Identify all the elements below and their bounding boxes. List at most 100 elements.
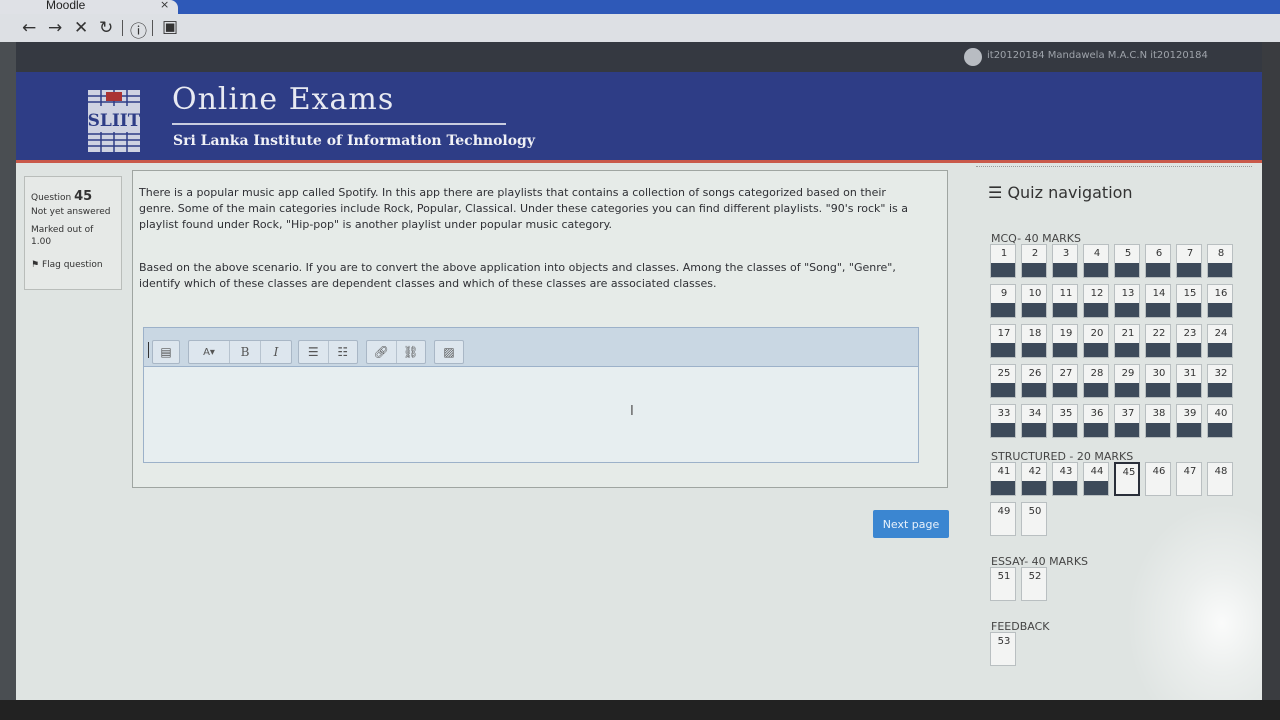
answered-indicator xyxy=(1053,383,1077,397)
question-state: Not yet answered xyxy=(31,207,111,217)
quiz-nav-button[interactable]: 46 xyxy=(1145,462,1171,496)
tab-close-icon[interactable]: × xyxy=(160,0,169,11)
quiz-nav-button[interactable]: 16 xyxy=(1207,284,1233,318)
quiz-nav-button[interactable]: 36 xyxy=(1083,404,1109,438)
font-size-dropdown[interactable]: A ▾ xyxy=(189,341,230,363)
quiz-nav-button[interactable]: 32 xyxy=(1207,364,1233,398)
quiz-nav-button[interactable]: 31 xyxy=(1176,364,1202,398)
answered-indicator xyxy=(1053,343,1077,357)
image-icon[interactable]: ▨ xyxy=(435,341,463,363)
mouse-cursor-icon: I xyxy=(630,404,634,419)
quiz-nav-button[interactable]: 33 xyxy=(990,404,1016,438)
quiz-nav-button[interactable]: 8 xyxy=(1207,244,1233,278)
quiz-nav-button[interactable]: 14 xyxy=(1145,284,1171,318)
screen-bezel-left xyxy=(0,42,16,702)
link-icon[interactable]: 🔗︎ xyxy=(367,341,397,363)
avatar[interactable] xyxy=(964,48,982,66)
quiz-nav-button[interactable]: 42 xyxy=(1021,462,1047,496)
quiz-nav-button[interactable]: 18 xyxy=(1021,324,1047,358)
answered-indicator xyxy=(1146,303,1170,317)
quiz-nav-button[interactable]: 41 xyxy=(990,462,1016,496)
quiz-nav-button[interactable]: 40 xyxy=(1207,404,1233,438)
quiz-nav-button[interactable]: 13 xyxy=(1114,284,1140,318)
answer-textarea[interactable] xyxy=(144,366,918,460)
quiz-nav-button[interactable]: 4 xyxy=(1083,244,1109,278)
quiz-nav-button[interactable]: 50 xyxy=(1021,502,1047,536)
quiz-nav-button[interactable]: 47 xyxy=(1176,462,1202,496)
quiz-nav-number: 36 xyxy=(1090,408,1104,419)
quiz-nav-button[interactable]: 29 xyxy=(1114,364,1140,398)
quiz-nav-button[interactable]: 17 xyxy=(990,324,1016,358)
quiz-nav-button[interactable]: 12 xyxy=(1083,284,1109,318)
quiz-nav-number: 42 xyxy=(1028,466,1042,477)
question-number: 45 xyxy=(74,189,93,204)
quiz-nav-button[interactable]: 1 xyxy=(990,244,1016,278)
quiz-nav-button[interactable]: 26 xyxy=(1021,364,1047,398)
quiz-nav-button[interactable]: 7 xyxy=(1176,244,1202,278)
quiz-nav-button[interactable]: 39 xyxy=(1176,404,1202,438)
quiz-nav-number: 47 xyxy=(1183,466,1197,477)
quiz-nav-button[interactable]: 43 xyxy=(1052,462,1078,496)
quiz-nav-button[interactable]: 27 xyxy=(1052,364,1078,398)
quiz-nav-button[interactable]: 28 xyxy=(1083,364,1109,398)
quiz-nav-button[interactable]: 52 xyxy=(1021,567,1047,601)
unlink-icon[interactable]: ⛓ xyxy=(397,341,426,363)
toolbar-toggle-icon[interactable]: ▤ xyxy=(153,341,179,363)
quiz-nav-button[interactable]: 37 xyxy=(1114,404,1140,438)
unordered-list-icon[interactable]: ☰ xyxy=(299,341,329,363)
quiz-nav-button[interactable]: 15 xyxy=(1176,284,1202,318)
text-caret xyxy=(148,342,149,358)
quiz-nav-number: 3 xyxy=(1062,248,1070,259)
quiz-nav-button[interactable]: 25 xyxy=(990,364,1016,398)
quiz-nav-button[interactable]: 30 xyxy=(1145,364,1171,398)
quiz-nav-button[interactable]: 5 xyxy=(1114,244,1140,278)
answered-indicator xyxy=(1053,263,1077,277)
ordered-list-icon[interactable]: ☷ xyxy=(329,341,358,363)
question-marks: 1.00 xyxy=(31,237,52,247)
quiz-nav-number: 11 xyxy=(1059,288,1073,299)
reader-icon[interactable]: ▣ xyxy=(162,17,178,37)
quiz-nav-button[interactable]: 24 xyxy=(1207,324,1233,358)
quiz-nav-button[interactable]: 38 xyxy=(1145,404,1171,438)
quiz-nav-button[interactable]: 34 xyxy=(1021,404,1047,438)
answered-indicator xyxy=(1115,383,1139,397)
answered-indicator xyxy=(1177,423,1201,437)
quiz-nav-number: 48 xyxy=(1214,466,1228,477)
forward-arrow-icon[interactable]: → xyxy=(48,18,62,38)
reload-icon[interactable]: ↻ xyxy=(99,18,113,38)
quiz-nav-button[interactable]: 48 xyxy=(1207,462,1233,496)
quiz-nav-button[interactable]: 3 xyxy=(1052,244,1078,278)
user-menu[interactable]: it20120184 Mandawela M.A.C.N it20120184 xyxy=(987,50,1208,61)
quiz-nav-button[interactable]: 19 xyxy=(1052,324,1078,358)
quiz-nav-button[interactable]: 11 xyxy=(1052,284,1078,318)
quiz-nav-button[interactable]: 21 xyxy=(1114,324,1140,358)
italic-button[interactable]: I xyxy=(261,341,291,363)
browser-toolbar: ← → ✕ ↻ ⓘ ▣ xyxy=(0,14,1280,42)
quiz-nav-button[interactable]: 2 xyxy=(1021,244,1047,278)
answered-indicator xyxy=(1022,481,1046,495)
quiz-nav-number: 6 xyxy=(1155,248,1163,259)
quiz-nav-button[interactable]: 45 xyxy=(1114,462,1140,496)
quiz-nav-button[interactable]: 10 xyxy=(1021,284,1047,318)
quiz-nav-button[interactable]: 44 xyxy=(1083,462,1109,496)
quiz-nav-button[interactable]: 6 xyxy=(1145,244,1171,278)
next-page-button[interactable]: Next page xyxy=(873,510,949,538)
question-content: There is a popular music app called Spot… xyxy=(132,170,948,488)
stop-icon[interactable]: ✕ xyxy=(74,18,88,38)
quiz-nav-button[interactable]: 22 xyxy=(1145,324,1171,358)
quiz-nav-button[interactable]: 35 xyxy=(1052,404,1078,438)
quiz-nav-button[interactable]: 9 xyxy=(990,284,1016,318)
answered-indicator xyxy=(1115,423,1139,437)
answered-indicator xyxy=(1177,343,1201,357)
quiz-nav-button[interactable]: 51 xyxy=(990,567,1016,601)
quiz-nav-button[interactable]: 53 xyxy=(990,632,1016,666)
quiz-nav-number: 25 xyxy=(997,368,1011,379)
quiz-nav-button[interactable]: 20 xyxy=(1083,324,1109,358)
info-icon[interactable]: ⓘ xyxy=(130,17,147,42)
quiz-nav-button[interactable]: 23 xyxy=(1176,324,1202,358)
browser-tab[interactable]: Moodle × xyxy=(0,0,178,14)
flag-question-link[interactable]: ⚑ Flag question xyxy=(31,260,103,270)
back-arrow-icon[interactable]: ← xyxy=(22,18,36,38)
quiz-nav-button[interactable]: 49 xyxy=(990,502,1016,536)
bold-button[interactable]: B xyxy=(230,341,261,363)
